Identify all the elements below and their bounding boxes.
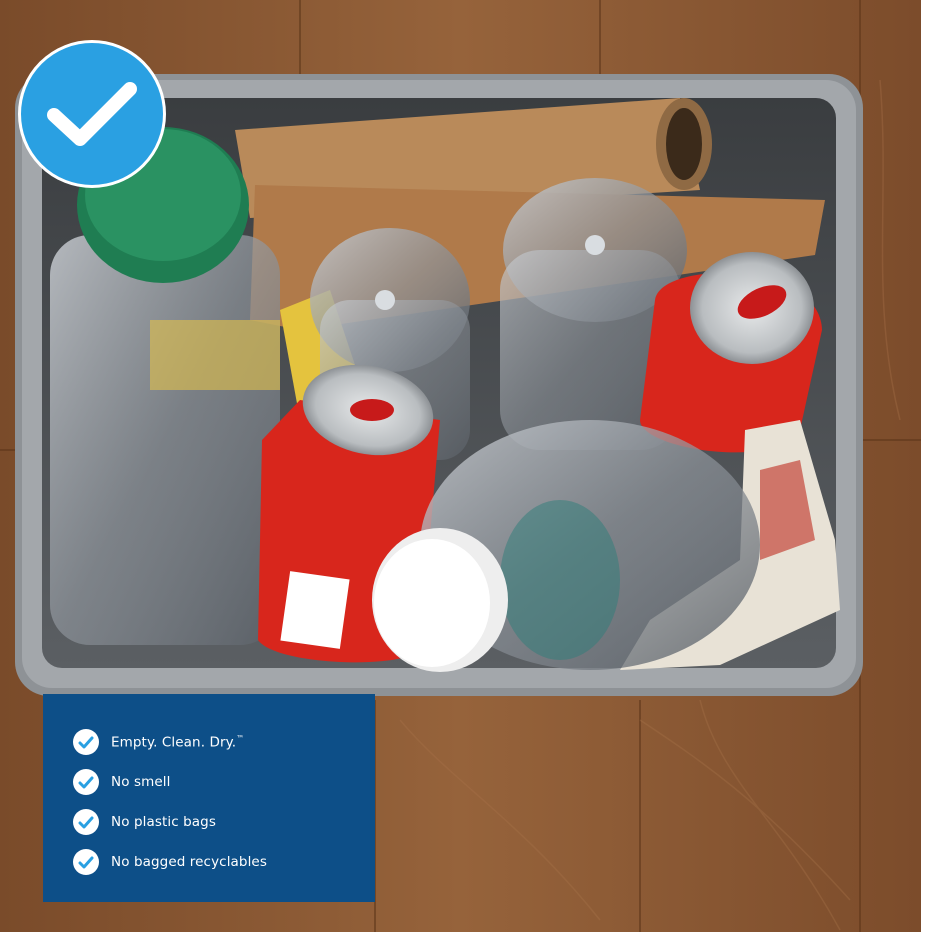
checklist-item: No plastic bags — [73, 802, 375, 842]
checklist-label: No bagged recyclables — [111, 854, 267, 870]
checklist-label: Empty. Clean. Dry.™ — [111, 733, 245, 751]
checkmark-badge — [18, 40, 166, 188]
checklist-item: No bagged recyclables — [73, 842, 375, 882]
checkmark-icon — [47, 82, 137, 146]
recycling-checklist: Empty. Clean. Dry.™ No smell No plastic … — [43, 694, 375, 902]
checklist-item: No smell — [73, 762, 375, 802]
check-circle-icon — [73, 769, 99, 795]
check-circle-icon — [73, 729, 99, 755]
checklist-item: Empty. Clean. Dry.™ — [73, 722, 375, 762]
check-circle-icon — [73, 849, 99, 875]
checklist-label: No smell — [111, 774, 171, 790]
checklist-label: No plastic bags — [111, 814, 216, 830]
plastic-jug — [50, 127, 280, 645]
check-circle-icon — [73, 809, 99, 835]
